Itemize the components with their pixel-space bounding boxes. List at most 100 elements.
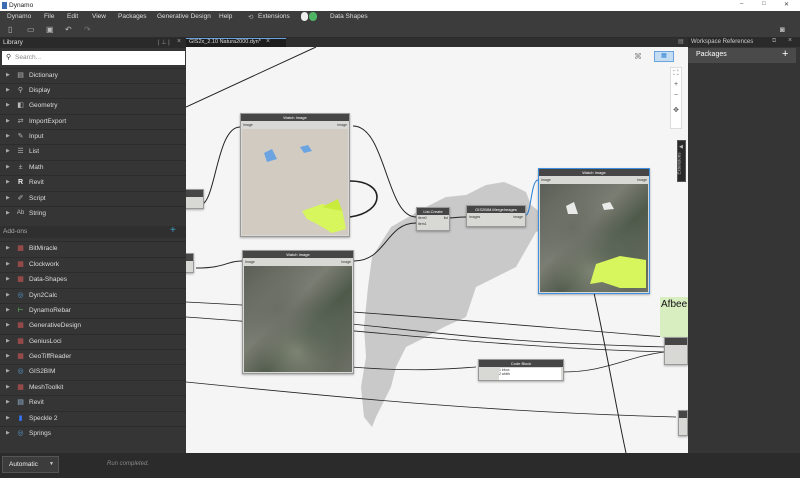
list-create-node[interactable]: List.Create item0 item1 list xyxy=(416,207,450,231)
redo-icon[interactable]: ↷ xyxy=(84,26,92,34)
node-header xyxy=(186,254,193,261)
springs-icon: ◎ xyxy=(17,430,24,437)
menu-generative-design[interactable]: Generative Design xyxy=(157,13,211,20)
library-search-box[interactable]: ⚲ Search... xyxy=(2,51,185,65)
node-group-afbee[interactable]: Afbee xyxy=(660,297,688,337)
menu-dynamo[interactable]: Dynamo xyxy=(7,13,31,20)
output-port[interactable]: list xyxy=(444,216,448,220)
node-partial-right-2[interactable] xyxy=(678,410,688,436)
addon-item-dynamorebar[interactable]: ▶ ⊢ DynamoRebar xyxy=(0,303,186,317)
addon-item-bitmiracle[interactable]: ▶ ▦ BitMiracle xyxy=(0,241,186,255)
library-item-importexport[interactable]: ▶ ⇄ ImportExport xyxy=(0,114,186,128)
zoom-out-icon[interactable]: − xyxy=(671,90,681,101)
workspace-references-header: Workspace References ⧉ × xyxy=(688,37,800,47)
library-item-math[interactable]: ▶ ± Math xyxy=(0,160,186,174)
code-block-node[interactable]: Code Block 1 bbox 2 width xyxy=(478,359,564,381)
menu-data-shapes[interactable]: Data Shapes xyxy=(330,13,368,20)
input-pencil-icon: ✎ xyxy=(17,133,24,140)
watch-image-node-2[interactable]: Watch Image Image Image xyxy=(242,250,354,374)
addon-item-speckle[interactable]: ▶ ▮ Speckle 2 xyxy=(0,411,186,425)
library-item-geometry[interactable]: ▶ ◧ Geometry xyxy=(0,98,186,112)
addon-item-data-shapes[interactable]: ▶ ▦ Data-Shapes xyxy=(0,272,186,286)
new-file-icon[interactable]: ▯ xyxy=(8,26,16,34)
tab-overflow-icon[interactable]: ▤ xyxy=(678,38,684,45)
menu-packages[interactable]: Packages xyxy=(118,13,147,20)
addon-item-meshtoolkit[interactable]: ▶ ▦ MeshToolkit xyxy=(0,380,186,394)
package-icon: ▦ xyxy=(17,261,24,268)
addon-item-revit[interactable]: ▶ ▤ Revit xyxy=(0,395,186,409)
addon-item-generativedesign[interactable]: ▶ ▦ GenerativeDesign xyxy=(0,318,186,332)
library-item-string[interactable]: ▶ Ab String xyxy=(0,206,186,220)
output-port[interactable]: Image xyxy=(341,260,351,264)
menu-view[interactable]: View xyxy=(92,13,106,20)
library-item-revit[interactable]: ▶ R Revit xyxy=(0,175,186,189)
addon-item-gis2bim[interactable]: ▶ ◎ GIS2BIM xyxy=(0,364,186,378)
input-port[interactable]: images xyxy=(469,215,480,219)
library-layout-icon[interactable]: | ⊥ | xyxy=(158,39,170,46)
library-item-dictionary[interactable]: ▶ ▤ Dictionary xyxy=(0,68,186,82)
add-package-icon[interactable]: + xyxy=(170,225,176,236)
panel-dock-icon[interactable]: ⧉ xyxy=(772,38,776,45)
save-icon[interactable]: ▣ xyxy=(46,26,54,34)
search-input[interactable]: Search... xyxy=(15,54,41,61)
expand-arrow-icon: ▶ xyxy=(6,87,10,93)
fit-view-icon[interactable]: ⛶ xyxy=(671,68,681,79)
window-title: Dynamo xyxy=(9,2,34,9)
addon-item-springs[interactable]: ▶ ◎ Springs xyxy=(0,426,186,440)
watch-image-node-1[interactable]: Watch Image Image Image xyxy=(240,113,350,237)
tab-close-icon[interactable]: × xyxy=(266,38,270,45)
minimize-button[interactable]: – xyxy=(740,1,743,7)
open-file-icon[interactable]: ▭ xyxy=(27,26,35,34)
undo-icon[interactable]: ↶ xyxy=(65,26,73,34)
tab-workspace-file[interactable]: GIS2x_2.10 Natura2000.dyn* × xyxy=(186,38,286,47)
geometry-view-icon[interactable]: ⌘ xyxy=(634,52,648,62)
input-port[interactable]: Image xyxy=(245,260,255,264)
library-item-script[interactable]: ▶ ✐ Script xyxy=(0,191,186,205)
addon-item-geotiffreader[interactable]: ▶ ▦ GeoTiffReader xyxy=(0,349,186,363)
notification-icon[interactable] xyxy=(301,12,308,21)
library-item-input[interactable]: ▶ ✎ Input xyxy=(0,129,186,143)
status-indicator-icon[interactable] xyxy=(309,12,317,21)
menu-help[interactable]: Help xyxy=(219,13,232,20)
merged-image-preview xyxy=(540,184,648,292)
addon-item-clockwork[interactable]: ▶ ▦ Clockwork xyxy=(0,257,186,271)
addon-item-dyn2calc[interactable]: ▶ ◎ Dyn2Calc xyxy=(0,288,186,302)
add-icon[interactable]: + xyxy=(782,48,788,60)
menu-edit[interactable]: Edit xyxy=(67,13,78,20)
watch-image-node-3[interactable]: Watch Image Image Image xyxy=(538,168,650,294)
output-port[interactable]: image xyxy=(513,215,523,219)
library-item-list[interactable]: ▶ ☰ List xyxy=(0,144,186,158)
code-editor[interactable]: 1 bbox 2 width xyxy=(499,368,561,380)
menu-extensions[interactable]: Extensions xyxy=(258,13,290,20)
node-partial-right[interactable] xyxy=(664,337,688,365)
merge-images-node[interactable]: GIS2BIM.MergeImages images image xyxy=(466,205,526,227)
input-port[interactable]: item1 xyxy=(418,222,427,226)
library-item-display[interactable]: ▶ ⚲ Display xyxy=(0,83,186,97)
extensions-side-tab[interactable]: ◀ Extensions xyxy=(677,140,686,182)
run-mode-dropdown[interactable]: Automatic ▼ xyxy=(2,456,59,473)
addon-item-geniusloci[interactable]: ▶ ▦ GeniusLoci xyxy=(0,334,186,348)
toolbar: ▯ ▭ ▣ ↶ ↷ ◙ xyxy=(0,23,800,38)
library-close-icon[interactable]: × xyxy=(177,38,181,45)
screenshot-camera-icon[interactable]: ◙ xyxy=(780,26,788,34)
packages-section[interactable]: Packages + xyxy=(688,48,796,63)
addon-item-label: Revit xyxy=(29,399,44,406)
pan-icon[interactable]: ✥ xyxy=(671,105,681,116)
wire xyxy=(186,47,317,108)
addon-item-label: BitMiracle xyxy=(29,245,58,252)
output-port[interactable]: Image xyxy=(637,178,647,182)
maximize-button[interactable]: □ xyxy=(762,1,766,7)
node-partial-left-2[interactable] xyxy=(186,253,194,273)
menu-file[interactable]: File xyxy=(44,13,54,20)
node-partial-left[interactable] xyxy=(186,189,204,209)
panel-close-icon[interactable]: × xyxy=(788,37,792,44)
close-button[interactable]: ✕ xyxy=(784,1,789,8)
output-port[interactable]: Image xyxy=(337,123,347,127)
extensions-icon: ⟲ xyxy=(248,14,254,21)
input-port[interactable]: Image xyxy=(541,178,551,182)
input-port[interactable]: item0 xyxy=(418,216,427,220)
workspace-canvas[interactable]: Watch Image Image Image Watch Image Imag… xyxy=(186,47,688,453)
zoom-in-icon[interactable]: + xyxy=(671,79,681,90)
graph-view-icon[interactable]: ▦ xyxy=(654,51,674,62)
input-port[interactable]: Image xyxy=(243,123,253,127)
